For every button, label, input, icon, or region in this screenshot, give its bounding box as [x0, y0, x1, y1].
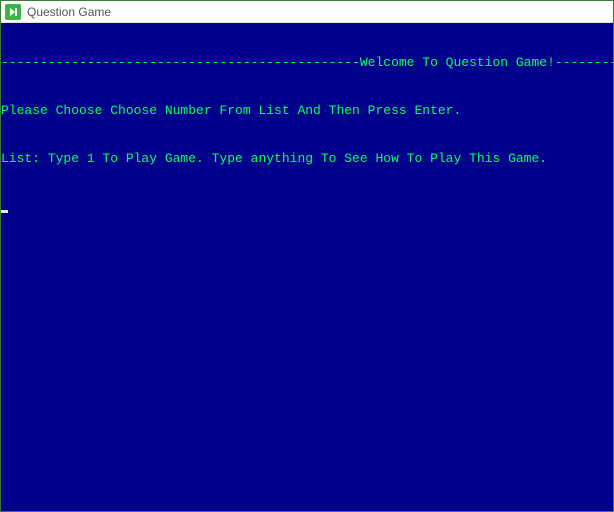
title-bar[interactable]: Question Game [1, 1, 613, 23]
console-banner: ----------------------------------------… [1, 55, 613, 71]
console-area[interactable]: ----------------------------------------… [1, 23, 613, 511]
text-cursor [1, 210, 8, 213]
console-line-1: Please Choose Choose Number From List An… [1, 103, 613, 119]
console-line-2: List: Type 1 To Play Game. Type anything… [1, 151, 613, 167]
app-arrow-icon [5, 4, 21, 20]
window-title: Question Game [27, 5, 111, 19]
app-window: Question Game --------------------------… [0, 0, 614, 512]
console-input-line[interactable] [1, 199, 613, 215]
